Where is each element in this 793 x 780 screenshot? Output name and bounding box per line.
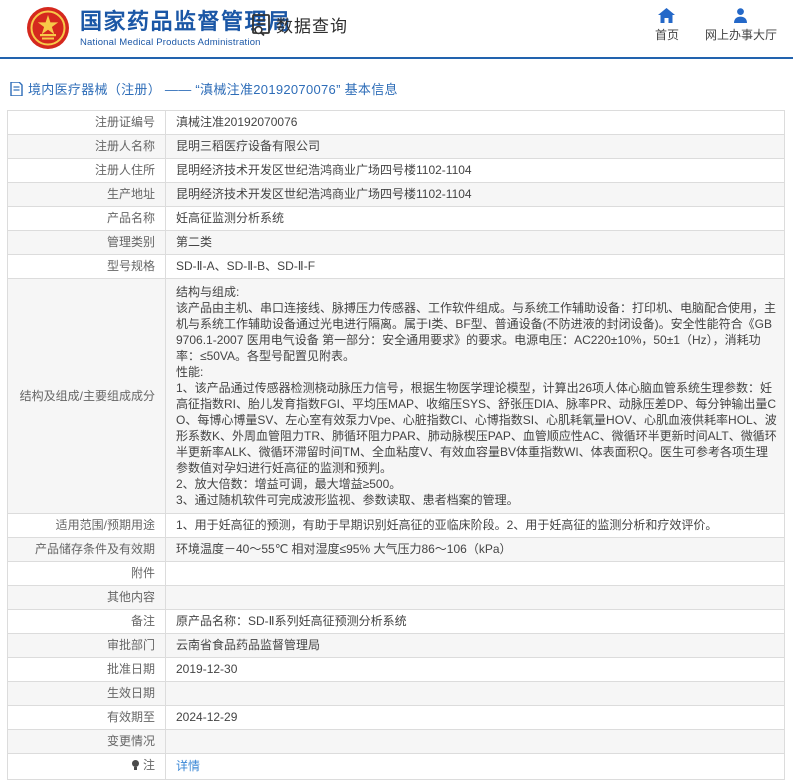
row-value: 昆明三稻医疗设备有限公司 xyxy=(166,135,785,159)
row-label: 变更情况 xyxy=(8,730,166,754)
table-row: 备注原产品名称：SD-Ⅱ系列妊高征预测分析系统 xyxy=(8,610,785,634)
row-label: 注册证编号 xyxy=(8,111,166,135)
data-query-label: 数据查询 xyxy=(276,12,348,37)
row-value: 2024-12-29 xyxy=(166,706,785,730)
row-label: 产品储存条件及有效期 xyxy=(8,538,166,562)
breadcrumb-text: 境内医疗器械（注册） —— “滇械注准20192070076” 基本信息 xyxy=(28,79,398,98)
table-row: 变更情况 xyxy=(8,730,785,754)
national-emblem-icon xyxy=(26,6,70,50)
table-row: 注详情 xyxy=(8,754,785,780)
row-value: 昆明经济技术开发区世纪浩鸿商业广场四号楼1102-1104 xyxy=(166,159,785,183)
table-row: 结构及组成/主要组成成分结构与组成: 该产品由主机、串口连接线、脉搏压力传感器、… xyxy=(8,279,785,514)
row-label: 结构及组成/主要组成成分 xyxy=(8,279,166,514)
breadcrumb: 境内医疗器械（注册） —— “滇械注准20192070076” 基本信息 xyxy=(10,79,793,98)
row-label: 生产地址 xyxy=(8,183,166,207)
row-label: 产品名称 xyxy=(8,207,166,231)
table-row: 注册人住所昆明经济技术开发区世纪浩鸿商业广场四号楼1102-1104 xyxy=(8,159,785,183)
row-label: 其他内容 xyxy=(8,586,166,610)
row-value: 妊高征监测分析系统 xyxy=(166,207,785,231)
row-label: 附件 xyxy=(8,562,166,586)
row-value: 昆明经济技术开发区世纪浩鸿商业广场四号楼1102-1104 xyxy=(166,183,785,207)
row-label: 审批部门 xyxy=(8,634,166,658)
row-label: 管理类别 xyxy=(8,231,166,255)
row-value: 结构与组成: 该产品由主机、串口连接线、脉搏压力传感器、工作软件组成。与系统工作… xyxy=(166,279,785,514)
brand-subtitle: National Medical Products Administration xyxy=(80,37,292,48)
details-link[interactable]: 详情 xyxy=(176,759,200,773)
row-label: 注 xyxy=(8,754,166,780)
user-icon xyxy=(733,8,748,23)
header-divider xyxy=(0,57,793,59)
row-value xyxy=(166,682,785,706)
row-value: 滇械注准20192070076 xyxy=(166,111,785,135)
table-row: 适用范围/预期用途1、用于妊高征的预测，有助于早期识别妊高征的亚临床阶段。2、用… xyxy=(8,514,785,538)
table-row: 其他内容 xyxy=(8,586,785,610)
table-row: 有效期至2024-12-29 xyxy=(8,706,785,730)
table-row: 审批部门云南省食品药品监督管理局 xyxy=(8,634,785,658)
bulb-icon xyxy=(132,760,140,771)
row-value: 2019-12-30 xyxy=(166,658,785,682)
registration-info-table: 注册证编号滇械注准20192070076注册人名称昆明三稻医疗设备有限公司注册人… xyxy=(7,110,785,780)
table-row: 型号规格SD-Ⅱ-A、SD-Ⅱ-B、SD-Ⅱ-F xyxy=(8,255,785,279)
table-row: 批准日期2019-12-30 xyxy=(8,658,785,682)
table-row: 产品储存条件及有效期环境温度－40～55℃ 相对湿度≤95% 大气压力86～10… xyxy=(8,538,785,562)
row-label: 型号规格 xyxy=(8,255,166,279)
row-label: 注册人住所 xyxy=(8,159,166,183)
home-icon xyxy=(658,8,675,23)
nav-item-home[interactable]: 首页 xyxy=(655,8,679,43)
table-row: 管理类别第二类 xyxy=(8,231,785,255)
data-query-tab[interactable]: 数据查询 xyxy=(250,12,348,37)
row-label: 批准日期 xyxy=(8,658,166,682)
document-icon xyxy=(10,82,23,96)
row-value: 环境温度－40～55℃ 相对湿度≤95% 大气压力86～106（kPa） xyxy=(166,538,785,562)
row-value: 原产品名称：SD-Ⅱ系列妊高征预测分析系统 xyxy=(166,610,785,634)
row-value: SD-Ⅱ-A、SD-Ⅱ-B、SD-Ⅱ-F xyxy=(166,255,785,279)
nav-label-home: 首页 xyxy=(655,26,679,43)
row-value xyxy=(166,730,785,754)
table-row: 生效日期 xyxy=(8,682,785,706)
data-query-icon xyxy=(250,13,272,37)
row-label: 备注 xyxy=(8,610,166,634)
table-row: 附件 xyxy=(8,562,785,586)
header-nav: 首页 网上办事大厅 xyxy=(655,8,777,43)
row-value: 云南省食品药品监督管理局 xyxy=(166,634,785,658)
nav-label-service-hall: 网上办事大厅 xyxy=(705,26,777,43)
table-row: 注册证编号滇械注准20192070076 xyxy=(8,111,785,135)
nav-item-service-hall[interactable]: 网上办事大厅 xyxy=(705,8,777,43)
row-value: 1、用于妊高征的预测，有助于早期识别妊高征的亚临床阶段。2、用于妊高征的监测分析… xyxy=(166,514,785,538)
row-value: 第二类 xyxy=(166,231,785,255)
table-row: 注册人名称昆明三稻医疗设备有限公司 xyxy=(8,135,785,159)
row-label: 生效日期 xyxy=(8,682,166,706)
row-value: 详情 xyxy=(166,754,785,780)
table-row: 产品名称妊高征监测分析系统 xyxy=(8,207,785,231)
row-label: 适用范围/预期用途 xyxy=(8,514,166,538)
row-value xyxy=(166,562,785,586)
row-value xyxy=(166,586,785,610)
row-label: 注册人名称 xyxy=(8,135,166,159)
table-row: 生产地址昆明经济技术开发区世纪浩鸿商业广场四号楼1102-1104 xyxy=(8,183,785,207)
site-header: 国家药品监督管理局 National Medical Products Admi… xyxy=(0,0,793,57)
info-table-body: 注册证编号滇械注准20192070076注册人名称昆明三稻医疗设备有限公司注册人… xyxy=(8,111,785,780)
row-label: 有效期至 xyxy=(8,706,166,730)
